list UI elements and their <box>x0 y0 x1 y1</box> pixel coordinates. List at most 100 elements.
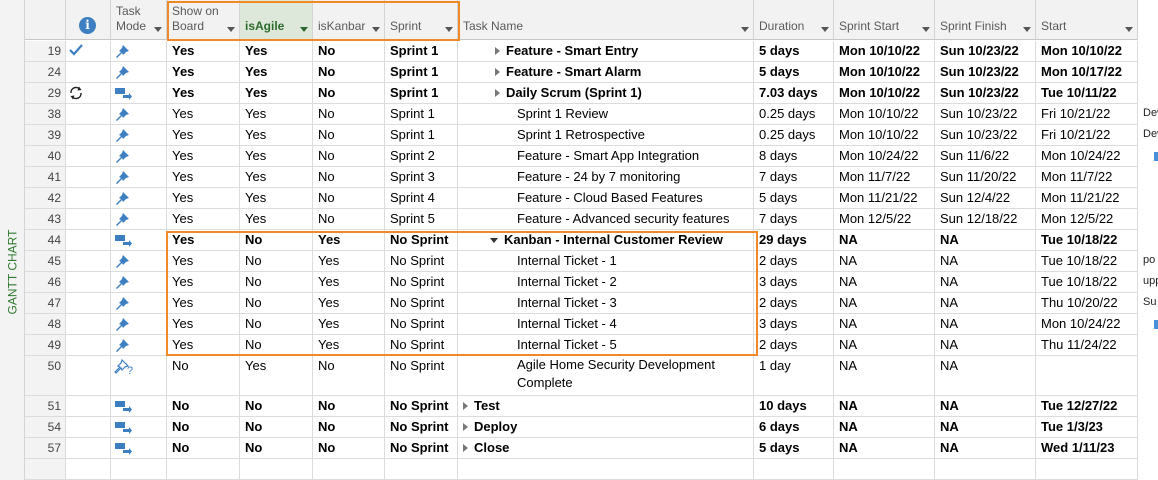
task-name-cell[interactable]: Agile Home Security Development Complete <box>458 356 754 396</box>
duration-cell[interactable]: 2 days <box>754 251 834 272</box>
sstart-cell[interactable]: NA <box>834 335 935 356</box>
agile-cell[interactable]: Yes <box>240 125 313 146</box>
sfinish-cell[interactable]: NA <box>935 356 1036 396</box>
start-cell[interactable]: Thu 11/24/22 <box>1036 335 1138 356</box>
row-number[interactable]: 57 <box>25 438 66 459</box>
duration-cell[interactable]: 7 days <box>754 209 834 230</box>
task-name-cell[interactable]: Sprint 1 Review <box>458 104 754 125</box>
task-name-cell[interactable]: Internal Ticket - 5 <box>458 335 754 356</box>
row-number[interactable]: 42 <box>25 188 66 209</box>
agile-cell[interactable]: No <box>240 293 313 314</box>
empty-cell[interactable] <box>935 459 1036 480</box>
show-cell[interactable]: Yes <box>167 230 240 251</box>
duration-cell[interactable]: 7.03 days <box>754 83 834 104</box>
header-sprint-finish[interactable]: Sprint Finish <box>935 0 1036 40</box>
show-cell[interactable]: Yes <box>167 188 240 209</box>
sfinish-cell[interactable]: NA <box>935 230 1036 251</box>
kanban-cell[interactable]: No <box>313 62 385 83</box>
gantt-bar[interactable] <box>1154 152 1158 161</box>
row-number[interactable]: 40 <box>25 146 66 167</box>
start-cell[interactable]: Mon 11/7/22 <box>1036 167 1138 188</box>
header-is-agile[interactable]: isAgile <box>240 0 313 40</box>
sfinish-cell[interactable]: Sun 12/4/22 <box>935 188 1036 209</box>
task-name-cell[interactable]: Internal Ticket - 1 <box>458 251 754 272</box>
start-cell[interactable]: Tue 10/18/22 <box>1036 230 1138 251</box>
kanban-cell[interactable]: No <box>313 83 385 104</box>
row-number[interactable]: 47 <box>25 293 66 314</box>
show-cell[interactable]: Yes <box>167 83 240 104</box>
collapse-icon[interactable] <box>490 238 498 243</box>
duration-cell[interactable]: 8 days <box>754 146 834 167</box>
filter-dropdown-icon[interactable] <box>154 27 162 32</box>
show-cell[interactable]: No <box>167 417 240 438</box>
expand-icon[interactable] <box>463 402 468 410</box>
sstart-cell[interactable]: NA <box>834 356 935 396</box>
empty-cell[interactable] <box>167 459 240 480</box>
header-duration[interactable]: Duration <box>754 0 834 40</box>
start-cell[interactable]: Tue 10/11/22 <box>1036 83 1138 104</box>
kanban-cell[interactable]: No <box>313 188 385 209</box>
sprint-cell[interactable]: Sprint 1 <box>385 104 458 125</box>
manually-scheduled-icon[interactable] <box>111 293 167 314</box>
filter-dropdown-icon[interactable] <box>1023 27 1031 32</box>
duration-cell[interactable]: 5 days <box>754 438 834 459</box>
start-cell[interactable]: Mon 12/5/22 <box>1036 209 1138 230</box>
header-start[interactable]: Start <box>1036 0 1138 40</box>
sprint-cell[interactable]: No Sprint <box>385 356 458 396</box>
row-number[interactable]: 24 <box>25 62 66 83</box>
show-cell[interactable]: Yes <box>167 272 240 293</box>
filter-dropdown-icon[interactable] <box>300 27 308 32</box>
empty-cell[interactable] <box>834 459 935 480</box>
row-number[interactable]: 38 <box>25 104 66 125</box>
sprint-cell[interactable]: Sprint 1 <box>385 41 458 62</box>
row-number[interactable]: 51 <box>25 396 66 417</box>
sstart-cell[interactable]: Mon 10/24/22 <box>834 146 935 167</box>
header-id[interactable] <box>25 0 66 40</box>
sfinish-cell[interactable]: NA <box>935 314 1036 335</box>
sprint-cell[interactable]: No Sprint <box>385 272 458 293</box>
task-name-cell[interactable]: Deploy <box>458 417 754 438</box>
filter-dropdown-icon[interactable] <box>372 27 380 32</box>
kanban-cell[interactable]: No <box>313 396 385 417</box>
expand-icon[interactable] <box>495 89 500 97</box>
sfinish-cell[interactable]: Sun 11/20/22 <box>935 167 1036 188</box>
kanban-cell[interactable]: No <box>313 417 385 438</box>
empty-cell[interactable] <box>458 459 754 480</box>
kanban-cell[interactable]: Yes <box>313 272 385 293</box>
sprint-cell[interactable]: Sprint 4 <box>385 188 458 209</box>
duration-cell[interactable]: 2 days <box>754 335 834 356</box>
filter-dropdown-icon[interactable] <box>227 27 235 32</box>
agile-cell[interactable]: No <box>240 230 313 251</box>
empty-cell[interactable] <box>313 459 385 480</box>
manually-scheduled-icon[interactable] <box>111 167 167 188</box>
start-cell[interactable]: Mon 10/17/22 <box>1036 62 1138 83</box>
filter-dropdown-icon[interactable] <box>1125 27 1133 32</box>
filter-dropdown-icon[interactable] <box>445 27 453 32</box>
sprint-cell[interactable]: Sprint 1 <box>385 125 458 146</box>
agile-cell[interactable]: No <box>240 272 313 293</box>
agile-cell[interactable]: No <box>240 335 313 356</box>
kanban-cell[interactable]: No <box>313 104 385 125</box>
sfinish-cell[interactable]: Sun 10/23/22 <box>935 125 1036 146</box>
start-cell[interactable]: Thu 10/20/22 <box>1036 293 1138 314</box>
header-show-on-board[interactable]: Show on Board <box>167 0 240 40</box>
task-name-cell[interactable]: Sprint 1 Retrospective <box>458 125 754 146</box>
empty-cell[interactable] <box>754 459 834 480</box>
duration-cell[interactable]: 5 days <box>754 41 834 62</box>
sstart-cell[interactable]: Mon 10/10/22 <box>834 62 935 83</box>
manually-scheduled-icon[interactable] <box>111 272 167 293</box>
sfinish-cell[interactable]: NA <box>935 438 1036 459</box>
task-name-cell[interactable]: Feature - Smart Entry <box>458 41 754 62</box>
row-number[interactable]: 41 <box>25 167 66 188</box>
sfinish-cell[interactable]: Sun 10/23/22 <box>935 104 1036 125</box>
kanban-cell[interactable]: No <box>313 41 385 62</box>
sfinish-cell[interactable]: NA <box>935 335 1036 356</box>
sstart-cell[interactable]: Mon 10/10/22 <box>834 83 935 104</box>
sprint-cell[interactable]: No Sprint <box>385 293 458 314</box>
manually-scheduled-icon[interactable] <box>111 125 167 146</box>
start-cell[interactable]: Tue 12/27/22 <box>1036 396 1138 417</box>
kanban-cell[interactable]: No <box>313 125 385 146</box>
sfinish-cell[interactable]: NA <box>935 272 1036 293</box>
agile-cell[interactable]: Yes <box>240 167 313 188</box>
sstart-cell[interactable]: NA <box>834 396 935 417</box>
